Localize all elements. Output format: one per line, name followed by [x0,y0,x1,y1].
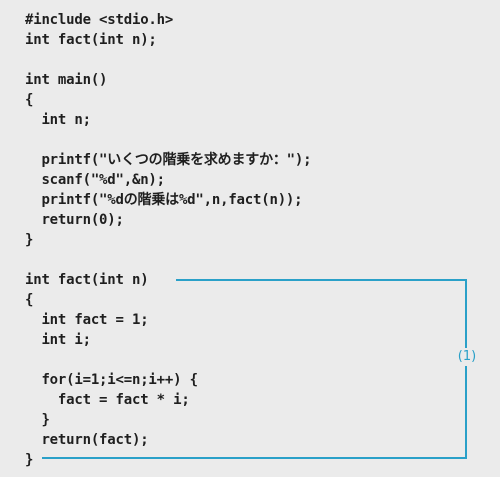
code-line: { [25,292,34,308]
code-line: return(0); [25,212,124,228]
code-line: printf("いくつの階乗を求めますか："); [25,152,312,168]
code-line: } [25,412,50,428]
code-line: } [25,232,34,248]
code-line: int fact(int n) [25,272,149,288]
code-line: int i; [25,332,91,348]
code-line: return(fact); [25,432,149,448]
code-line: int fact = 1; [25,312,149,328]
code-line: int n; [25,112,91,128]
code-line: printf("%dの階乗は%d",n,fact(n)); [25,192,303,208]
callout-label: (1) [452,348,482,366]
code-line: int main() [25,72,108,88]
code-line: } [25,452,34,468]
code-line: scanf("%d",&n); [25,172,165,188]
code-line: { [25,92,34,108]
code-line: #include <stdio.h> [25,12,174,28]
code-line: int fact(int n); [25,32,157,48]
code-panel: #include <stdio.h> int fact(int n); int … [0,0,500,477]
code-line: fact = fact * i; [25,392,190,408]
code-line: for(i=1;i<=n;i++) { [25,372,198,388]
